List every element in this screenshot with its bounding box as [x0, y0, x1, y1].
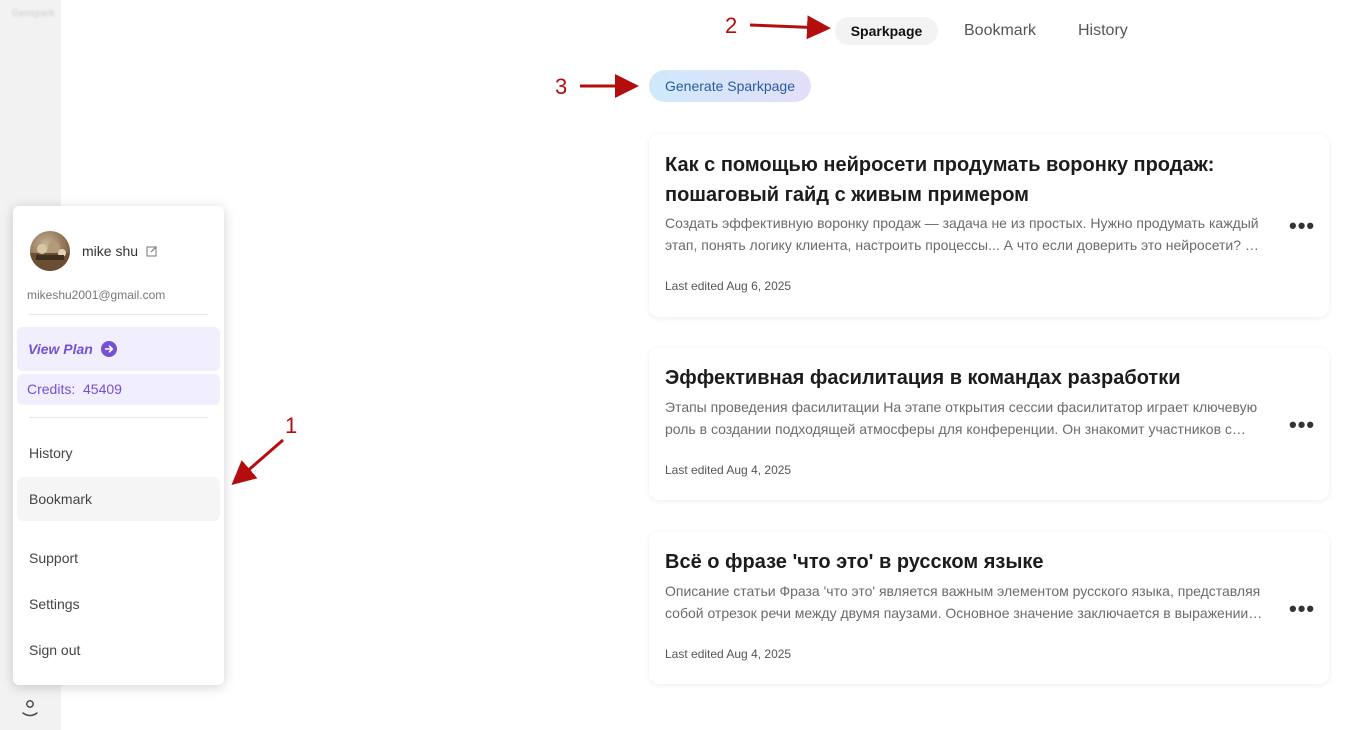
- credits-display: Credits: 45409: [17, 374, 220, 405]
- divider: [29, 417, 208, 418]
- user-email: mikeshu2001@gmail.com: [27, 288, 166, 302]
- generate-sparkpage-button[interactable]: Generate Sparkpage: [649, 70, 811, 102]
- card-date: Last edited Aug 4, 2025: [665, 647, 792, 661]
- annotation-number-3: 3: [555, 74, 568, 99]
- view-plan-button[interactable]: View Plan: [17, 327, 220, 371]
- menu-item-label: Settings: [29, 596, 80, 612]
- view-plan-label: View Plan: [28, 341, 93, 357]
- tab-bookmark[interactable]: Bookmark: [964, 17, 1036, 45]
- card-description: Создать эффективную воронку продаж — зад…: [665, 215, 1259, 253]
- credits-value: 45409: [83, 381, 122, 397]
- card-description: Описание статьи Фраза 'что это' является…: [665, 583, 1263, 621]
- annotation-number-1: 1: [285, 413, 298, 438]
- card-date: Last edited Aug 4, 2025: [665, 463, 792, 477]
- menu-item-label: Bookmark: [29, 491, 93, 507]
- menu-item-sign-out[interactable]: Sign out: [17, 628, 220, 672]
- tab-history[interactable]: History: [1078, 17, 1128, 45]
- card-description: Этапы проведения фасилитации На этапе от…: [665, 399, 1258, 437]
- sparkpage-card[interactable]: Как с помощью нейросети продумать воронк…: [649, 134, 1329, 317]
- annotation-arrow-1: [231, 438, 284, 485]
- annotation-arrow-2: [749, 15, 831, 40]
- card-title[interactable]: Эффективная фасилитация в командах разра…: [665, 363, 1255, 393]
- credits-label: Credits:: [27, 381, 76, 397]
- more-options-icon[interactable]: •••: [1289, 598, 1314, 623]
- menu-item-bookmark[interactable]: Bookmark: [17, 477, 220, 521]
- tab-sparkpage[interactable]: Sparkpage: [835, 17, 938, 45]
- more-options-icon[interactable]: •••: [1289, 215, 1314, 240]
- menu-item-label: Sign out: [29, 642, 81, 658]
- annotation-number-2: 2: [725, 13, 738, 38]
- menu-item-history[interactable]: History: [17, 431, 220, 475]
- divider: [29, 314, 208, 315]
- username: mike shu: [82, 243, 139, 259]
- menu-item-settings[interactable]: Settings: [17, 582, 220, 626]
- card-title[interactable]: Как с помощью нейросети продумать воронк…: [665, 150, 1255, 210]
- card-title[interactable]: Всё о фразе 'что это' в русском языке: [665, 547, 1255, 577]
- sparkpage-card[interactable]: Всё о фразе 'что это' в русском языке Оп…: [649, 532, 1329, 684]
- menu-item-label: History: [29, 445, 73, 461]
- avatar: [30, 231, 70, 271]
- sidebar-logo[interactable]: Genspark: [12, 8, 55, 18]
- edit-icon[interactable]: [146, 245, 158, 257]
- menu-item-support[interactable]: Support: [17, 536, 220, 580]
- arrow-right-circle-icon: [101, 341, 117, 357]
- more-options-icon[interactable]: •••: [1289, 414, 1314, 439]
- sparkpage-card[interactable]: Эффективная фасилитация в командах разра…: [649, 348, 1329, 500]
- card-date: Last edited Aug 6, 2025: [665, 279, 792, 293]
- user-icon[interactable]: [19, 697, 41, 719]
- menu-item-label: Support: [29, 550, 79, 566]
- account-menu: mike shu mikeshu2001@gmail.com View Plan…: [13, 206, 224, 685]
